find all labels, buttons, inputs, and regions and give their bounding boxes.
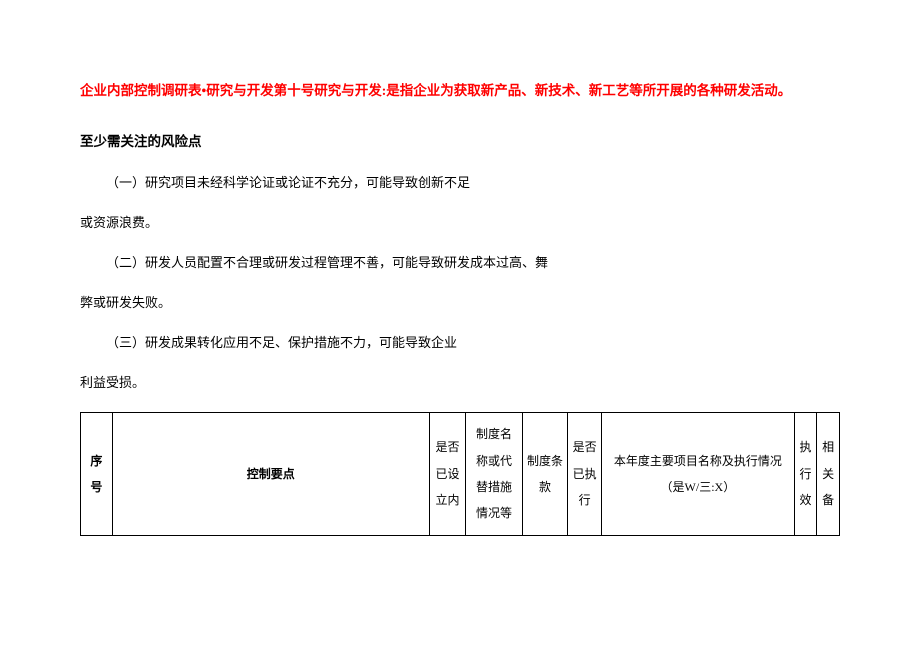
th-established: 是否已设立内: [429, 413, 465, 536]
th-project-line2: （是W/三:X）: [661, 480, 736, 494]
risk-item-3-line2: 利益受损。: [80, 372, 840, 394]
table-header: 序号 控制要点 是否已设立内 制度名称或代替措施情况等 制度条款 是否已执行 本…: [81, 413, 840, 536]
table-header-row: 序号 控制要点 是否已设立内 制度名称或代替措施情况等 制度条款 是否已执行 本…: [81, 413, 840, 536]
th-note: 相关备: [817, 413, 840, 536]
th-clause: 制度条款: [522, 413, 567, 536]
th-seq: 序号: [81, 413, 113, 536]
th-control-point: 控制要点: [112, 413, 429, 536]
risk-item-2-line1: （二）研发人员配置不合理或研发过程管理不善，可能导致研发成本过高、舞: [80, 252, 840, 274]
risk-item-1-line1: （一）研究项目未经科学论证或论证不充分，可能导致创新不足: [80, 172, 840, 194]
th-executed: 是否已执行: [568, 413, 602, 536]
document-title: 企业内部控制调研表•研究与开发第十号研究与开发:是指企业为获取新产品、新技术、新…: [80, 80, 840, 102]
risk-heading: 至少需关注的风险点: [80, 130, 840, 150]
control-table: 序号 控制要点 是否已设立内 制度名称或代替措施情况等 制度条款 是否已执行 本…: [80, 412, 840, 536]
risk-item-2-line2: 弊或研发失败。: [80, 292, 840, 314]
th-project-line1: 本年度主要项目名称及执行情况: [614, 454, 782, 468]
th-project-status: 本年度主要项目名称及执行情况 （是W/三:X）: [602, 413, 795, 536]
th-effect: 执行效: [794, 413, 817, 536]
risk-item-1-line2: 或资源浪费。: [80, 212, 840, 234]
th-system-name: 制度名称或代替措施情况等: [466, 413, 523, 536]
risk-item-3-line1: （三）研发成果转化应用不足、保护措施不力，可能导致企业: [80, 332, 840, 354]
